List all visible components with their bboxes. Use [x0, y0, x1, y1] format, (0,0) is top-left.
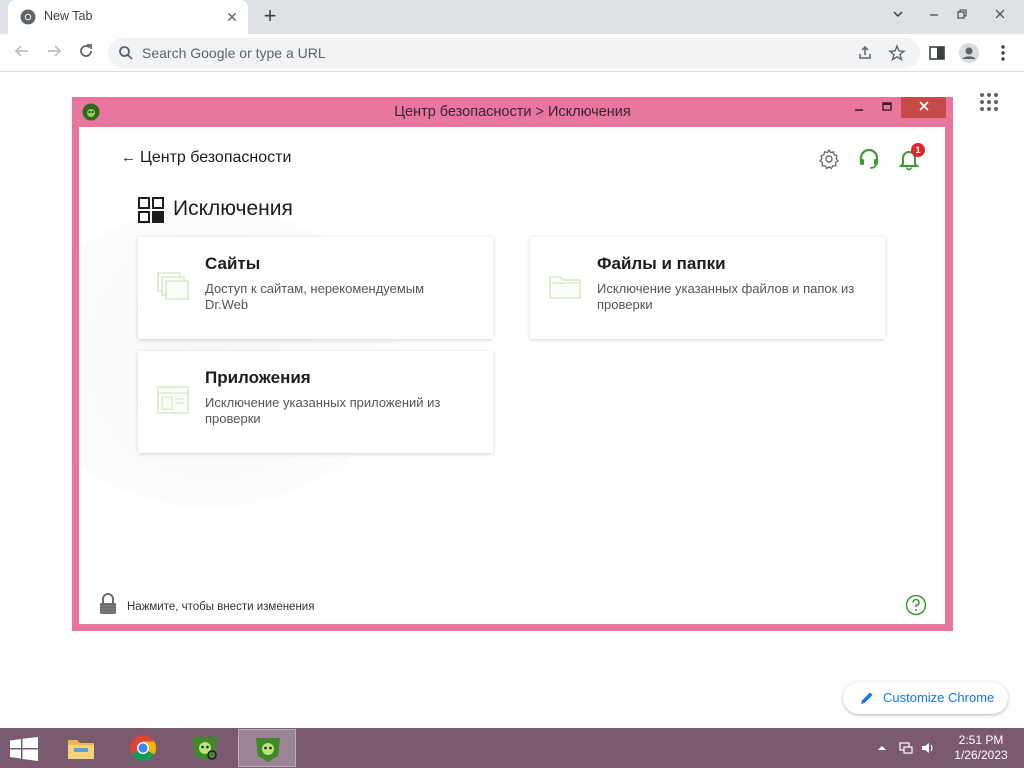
help-question-icon[interactable] [905, 594, 927, 616]
taskbar-file-explorer[interactable] [52, 729, 110, 767]
taskbar: 2:51 PM 1/26/2023 [0, 728, 1024, 768]
clock-time: 2:51 PM [958, 733, 1004, 747]
card-applications[interactable]: Приложения Исключение указанных приложен… [138, 351, 493, 453]
tab-close-button[interactable]: ✕ [222, 7, 242, 27]
arrow-right-icon [48, 45, 62, 57]
restore-button[interactable] [948, 4, 976, 28]
volume-icon[interactable] [920, 740, 936, 756]
settings-gear-icon[interactable] [817, 147, 841, 171]
card-files-and-folders[interactable]: Файлы и папки Исключение указанных файло… [530, 237, 885, 339]
drweb-spider-icon [256, 738, 280, 762]
browser-toolbar [0, 34, 1024, 72]
side-panel-icon[interactable] [926, 42, 948, 64]
window-close-button[interactable] [986, 4, 1014, 28]
minimize-button[interactable] [920, 4, 948, 28]
taskbar-drweb-security-center[interactable] [238, 729, 296, 767]
arrow-left-icon [14, 45, 28, 57]
unlock-changes-link[interactable]: Нажмите, чтобы внести изменения [127, 601, 314, 613]
sites-icon [157, 272, 189, 300]
tab-title: New Tab [44, 9, 93, 23]
search-icon [119, 46, 133, 60]
forward-button[interactable] [40, 39, 68, 67]
tab-new-tab[interactable]: New Tab ✕ [8, 0, 248, 34]
card-title: Файлы и папки [597, 254, 726, 273]
drweb-spider-icon [193, 737, 217, 761]
drweb-titlebar: Центр безопасности > Исключения [72, 97, 953, 127]
menu-kebab-icon[interactable] [992, 42, 1014, 64]
restore-icon [957, 9, 967, 19]
tab-search-button[interactable] [884, 4, 912, 28]
drweb-close-button[interactable] [901, 97, 946, 118]
page-title: Исключения [173, 197, 293, 220]
omnibox-input[interactable] [142, 38, 842, 68]
arrow-left-icon: ← [121, 149, 136, 166]
taskbar-drweb-scanner[interactable] [176, 729, 234, 767]
card-title: Приложения [205, 368, 311, 387]
new-tab-button[interactable]: + [258, 5, 282, 29]
card-description: Исключение указанных файлов и папок из п… [597, 281, 855, 312]
tab-strip: New Tab ✕ + [0, 0, 1024, 34]
reload-icon [80, 44, 92, 57]
folder-icon [549, 276, 581, 299]
back-to-security-center-link[interactable]: ← Центр безопасности [121, 149, 291, 167]
share-icon[interactable] [856, 44, 874, 62]
back-button[interactable] [8, 39, 36, 67]
drweb-maximize-button[interactable] [873, 97, 901, 119]
omnibox[interactable] [108, 38, 920, 68]
lock-icon[interactable] [99, 593, 117, 615]
card-description: Исключение указанных приложений из прове… [205, 395, 441, 426]
google-apps-icon[interactable] [980, 93, 1000, 113]
drweb-window: Центр безопасности > Исключения ← Центр б… [72, 97, 953, 631]
support-headset-icon[interactable] [857, 147, 881, 171]
customize-chrome-label: Customize Chrome [883, 690, 995, 705]
customize-chrome-button[interactable]: Customize Chrome [843, 682, 1008, 714]
close-icon [918, 101, 929, 111]
taskbar-chrome[interactable] [114, 729, 172, 767]
system-clock[interactable]: 2:51 PM 1/26/2023 [946, 733, 1016, 763]
maximize-icon [882, 102, 892, 111]
close-icon [995, 9, 1005, 19]
reload-button[interactable] [72, 39, 100, 67]
network-icon[interactable] [898, 740, 914, 756]
card-title: Сайты [205, 254, 261, 273]
windows-start-icon[interactable] [10, 737, 38, 761]
minimize-icon [855, 109, 863, 111]
drweb-content: ← Центр безопасности 1 Исключения Сайты … [79, 127, 945, 624]
card-description: Доступ к сайтам, нерекомендуемым Dr.Web [205, 281, 425, 312]
application-window-icon [157, 386, 189, 414]
bookmark-star-icon[interactable] [888, 44, 906, 62]
pencil-icon [861, 692, 873, 704]
chevron-down-icon [893, 11, 903, 18]
chrome-icon [20, 9, 36, 25]
back-link-label: Центр безопасности [140, 149, 292, 166]
exclusions-grid-icon [138, 197, 164, 223]
card-sites[interactable]: Сайты Доступ к сайтам, нерекомендуемым D… [138, 237, 493, 339]
notification-count-badge: 1 [911, 143, 925, 157]
drweb-minimize-button[interactable] [845, 97, 873, 119]
drweb-window-title: Центр безопасности > Исключения [394, 104, 631, 120]
chrome-icon [130, 735, 157, 762]
minimize-icon [930, 14, 938, 16]
show-hidden-icons-icon[interactable] [874, 740, 890, 756]
profile-avatar-icon[interactable] [958, 42, 980, 64]
folder-icon [68, 740, 94, 759]
clock-date: 1/26/2023 [954, 748, 1008, 762]
